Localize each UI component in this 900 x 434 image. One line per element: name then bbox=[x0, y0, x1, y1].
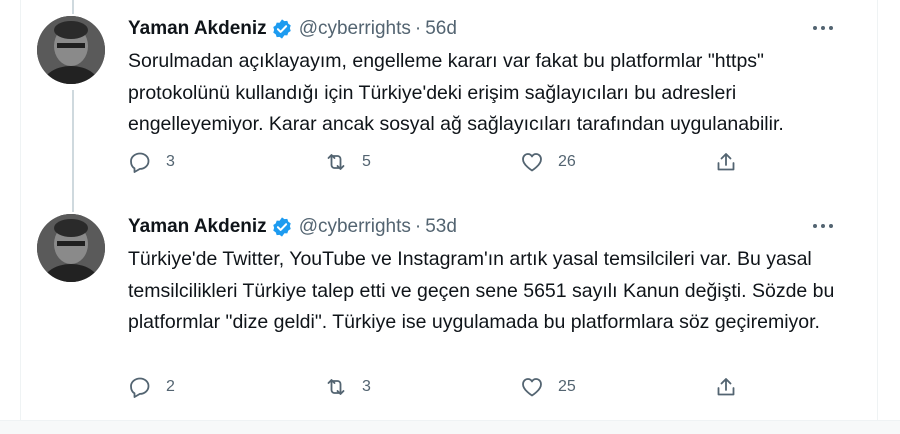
user-handle[interactable]: @cyberrights bbox=[299, 18, 411, 40]
share-icon bbox=[714, 150, 738, 174]
reply-button[interactable]: 3 bbox=[128, 150, 175, 174]
thread-line-top bbox=[72, 0, 74, 14]
share-button[interactable] bbox=[714, 375, 738, 399]
reply-icon bbox=[128, 375, 152, 399]
retweet-button[interactable]: 3 bbox=[324, 375, 371, 399]
tweet-header: Yaman Akdeniz @cyberrights · 53d bbox=[128, 212, 838, 242]
tweet-text: Sorulmadan açıklayayım, engelleme kararı… bbox=[128, 50, 784, 135]
tweet[interactable]: Yaman Akdeniz @cyberrights · 56d Sorulma… bbox=[20, 14, 858, 204]
like-count: 26 bbox=[558, 153, 576, 170]
reply-count: 3 bbox=[166, 153, 175, 170]
like-button[interactable]: 26 bbox=[520, 150, 576, 174]
separator: · bbox=[414, 18, 422, 39]
retweet-count: 3 bbox=[362, 378, 371, 395]
tweet-actions: 3 5 26 bbox=[128, 150, 838, 180]
tweet-actions: 2 3 25 bbox=[128, 375, 838, 405]
reply-count: 2 bbox=[166, 378, 175, 395]
tweet-header: Yaman Akdeniz @cyberrights · 56d bbox=[128, 14, 838, 44]
verified-badge-icon bbox=[271, 18, 293, 40]
bottom-divider bbox=[0, 420, 900, 434]
heart-icon bbox=[520, 150, 544, 174]
reply-button[interactable]: 2 bbox=[128, 375, 175, 399]
share-icon bbox=[714, 375, 738, 399]
separator: · bbox=[414, 216, 422, 237]
retweet-button[interactable]: 5 bbox=[324, 150, 371, 174]
display-name[interactable]: Yaman Akdeniz bbox=[128, 216, 267, 238]
heart-icon bbox=[520, 375, 544, 399]
tweet-timestamp[interactable]: 53d bbox=[425, 216, 457, 238]
user-handle[interactable]: @cyberrights bbox=[299, 216, 411, 238]
avatar[interactable] bbox=[37, 16, 105, 84]
tweet[interactable]: Yaman Akdeniz @cyberrights · 53d Türkiye… bbox=[20, 212, 858, 412]
like-button[interactable]: 25 bbox=[520, 375, 576, 399]
retweet-icon bbox=[324, 375, 348, 399]
tweet-timestamp[interactable]: 56d bbox=[425, 18, 457, 40]
display-name[interactable]: Yaman Akdeniz bbox=[128, 18, 267, 40]
retweet-count: 5 bbox=[362, 153, 371, 170]
retweet-icon bbox=[324, 150, 348, 174]
verified-badge-icon bbox=[271, 216, 293, 238]
reply-icon bbox=[128, 150, 152, 174]
share-button[interactable] bbox=[714, 150, 738, 174]
more-icon[interactable] bbox=[808, 16, 838, 40]
tweet-text: Türkiye'de Twitter, YouTube ve Instagram… bbox=[128, 248, 840, 333]
like-count: 25 bbox=[558, 378, 576, 395]
avatar[interactable] bbox=[37, 214, 105, 282]
more-icon[interactable] bbox=[808, 214, 838, 238]
